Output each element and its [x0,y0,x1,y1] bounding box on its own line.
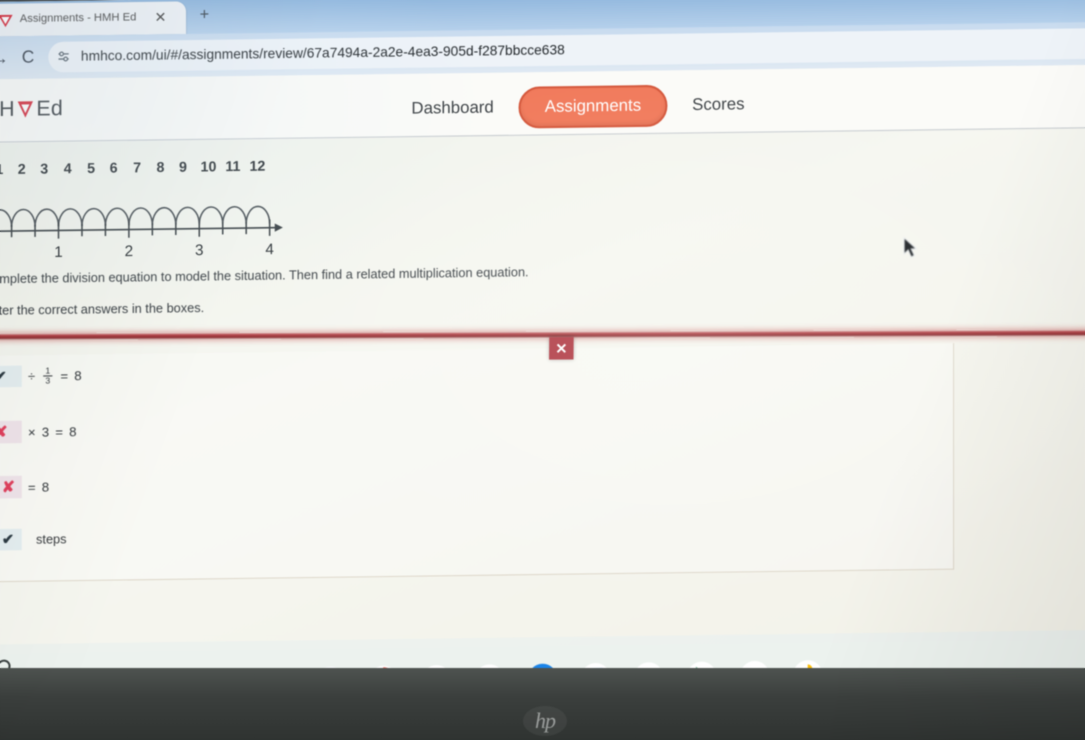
svg-text:9: 9 [179,160,187,176]
question-prompt-line2: Enter the correct answers in the boxes. [0,300,205,319]
operator-multiply-2: × [27,424,36,440]
cross-icon: ✘ [1,478,15,497]
nav-item-dashboard[interactable]: Dashboard [397,88,508,129]
browser-tab[interactable]: Assignments - HMH Ed ✕ [0,1,187,37]
answer-box-3[interactable]: 36 ✘ [0,475,22,499]
steps-label: steps [36,531,67,547]
answer-row-2: 8 ✘ × 3 = 8 [0,420,77,444]
equals-sign-3: = [27,479,36,495]
svg-text:3: 3 [195,242,204,259]
svg-text:12: 12 [249,159,265,175]
equals-sign-1: = [60,368,69,384]
svg-text:1: 1 [54,244,63,261]
chromebook-screen: Assignments - HMH Ed ✕ + → C hmhco.com/u… [0,0,1085,688]
svg-text:10: 10 [201,159,217,175]
close-overlay-button[interactable]: ✕ [549,337,574,360]
forward-arrow-icon[interactable]: → [0,49,9,70]
svg-text:2: 2 [18,162,26,178]
svg-text:8: 8 [157,160,165,176]
answer-row-3: 36 ✘ = 8 [0,475,50,499]
equals-sign-2: = [55,423,64,440]
hp-logo: hp [523,706,567,736]
svg-text:11: 11 [225,159,240,175]
answer-row-4: 12 ✔ steps [0,528,67,551]
hmh-ed-logo[interactable]: MH Ed [0,97,63,123]
nav-item-assignments[interactable]: Assignments [518,84,668,129]
close-icon[interactable]: ✕ [152,9,168,27]
answer-box-2[interactable]: 8 ✘ [0,420,22,444]
tune-icon[interactable] [56,50,70,64]
new-tab-button[interactable]: + [195,6,213,25]
svg-text:7: 7 [133,160,141,176]
assignment-review-sheet: 1 2 3 4 5 6 7 8 9 10 11 12 1 2 3 4 Compl… [0,128,1085,654]
check-icon: ✔ [0,367,7,385]
svg-text:5: 5 [87,161,95,177]
answer-box-1[interactable]: 4 ✔ [0,365,22,388]
operand-value-2: 3 [41,423,50,440]
result-value-3: 8 [41,478,50,495]
hmh-logo-mark [17,99,34,120]
brand-text-right: Ed [36,96,64,121]
fraction-denominator: 3 [45,375,51,386]
reload-icon[interactable]: C [22,47,35,68]
result-value-1: 8 [74,367,82,384]
nav-item-scores[interactable]: Scores [678,85,759,126]
svg-text:6: 6 [110,161,118,177]
answer-row-1: 4 ✔ ÷ 1 3 = 8 [0,365,82,388]
svg-text:1: 1 [0,162,3,178]
brand-text-left: MH [0,97,15,122]
cross-icon: ✘ [0,423,8,442]
mouse-cursor [903,236,919,260]
hmh-shield-icon [0,13,14,30]
result-value-2: 8 [69,423,77,439]
svg-text:3: 3 [40,161,48,177]
number-line-with-jumps: 1 2 3 4 5 6 7 8 9 10 11 12 1 2 3 4 [0,154,289,270]
main-nav: Dashboard Assignments Scores [397,84,759,131]
answer-box-4[interactable]: 12 ✔ [0,528,22,551]
fraction-one-third: 1 3 [43,365,53,386]
browser-tab-title: Assignments - HMH Ed [19,11,137,25]
svg-text:2: 2 [125,243,134,260]
svg-text:4: 4 [265,241,274,258]
check-icon: ✔ [1,530,14,548]
photo-of-chromebook-screen: Assignments - HMH Ed ✕ + → C hmhco.com/u… [0,0,1085,740]
svg-text:4: 4 [64,161,72,177]
operator-divide-1: ÷ [27,368,36,384]
answer-panel [0,343,955,583]
